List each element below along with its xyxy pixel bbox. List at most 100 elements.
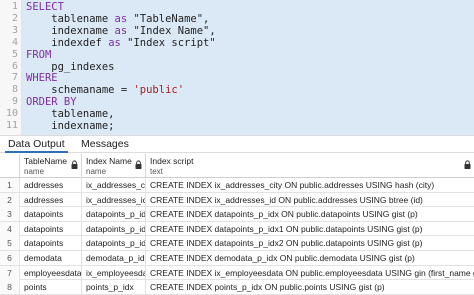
sql-keyword: as [114, 24, 128, 37]
sql-token: "TableName", [127, 12, 210, 25]
column-header-tablename[interactable]: TableName name [20, 154, 82, 178]
code-text: indexname as "Index Name", [26, 24, 216, 37]
column-header-index-name[interactable]: Index Name name [82, 154, 146, 178]
code-line[interactable]: 5 FROM [0, 49, 474, 61]
code-text: pg_indexes [26, 61, 114, 73]
column-type: text [150, 167, 163, 176]
sql-token: indexname [26, 24, 115, 37]
table-row[interactable]: 3 datapoints datapoints_p_idx CREATE INDEX … [0, 207, 474, 222]
row-number[interactable]: 6 [0, 251, 20, 265]
row-number[interactable]: 3 [0, 207, 20, 222]
code-text: ORDER BY [26, 96, 77, 108]
code-line[interactable]: 11 indexname; [0, 120, 474, 132]
table-row[interactable]: 6 demodata demodata_p_idx CREATE INDEX demo… [0, 251, 474, 266]
code-line[interactable]: 1 SELECT [0, 1, 474, 13]
cell-index-script[interactable]: CREATE INDEX ix_addresses_city ON public… [146, 178, 474, 192]
table-row[interactable]: 5datapointsdatapoints_p_idx2CREATE INDEX… [0, 236, 474, 251]
sql-token: indexname; [26, 120, 115, 132]
row-number[interactable]: 2 [0, 192, 20, 207]
code-line[interactable]: 10 tablename, [0, 108, 474, 120]
table-row[interactable]: 7employeesdataix_employeesdataCREATE IND… [0, 265, 474, 281]
code-text: schemaname = 'public' [26, 84, 184, 96]
row-number[interactable]: 4 [0, 221, 20, 236]
line-number: 8 [11, 84, 18, 96]
line-number: 7 [11, 72, 18, 84]
code-text: tablename, [26, 108, 115, 121]
cell-index-script[interactable]: CREATE INDEX demodata_p_idx ON public.de… [146, 251, 474, 265]
sql-token: tablename [26, 12, 115, 25]
row-number-header [0, 154, 20, 178]
tab-messages[interactable]: Messages [78, 136, 132, 153]
code-text: SELECT [26, 1, 64, 13]
sql-keyword: ORDER BY [26, 96, 77, 109]
tab-data-output[interactable]: Data Output [5, 136, 68, 153]
sql-token: schemaname = [26, 84, 134, 97]
cell-index-script[interactable]: CREATE INDEX datapoints_p_idx1 ON public… [146, 222, 474, 236]
line-number: 10 [5, 108, 18, 120]
sql-token: "Index Name", [127, 24, 216, 37]
line-number: 11 [5, 120, 18, 131]
code-line[interactable]: 2 tablename as "TableName", [0, 13, 474, 25]
sql-token: indexdef [26, 36, 109, 49]
code-line[interactable]: 7 WHERE [0, 72, 474, 84]
line-number: 1 [11, 1, 18, 12]
cell-tablename[interactable]: demodata [20, 251, 82, 265]
cell-index-script[interactable]: CREATE INDEX points_p_idx ON public.poin… [146, 280, 474, 294]
cell-index-script[interactable]: CREATE INDEX ix_addresses_id ON public.a… [146, 193, 474, 207]
cell-tablename[interactable]: employeesdata [20, 265, 82, 280]
cell-tablename[interactable]: addresses [20, 178, 82, 192]
code-line[interactable]: 4 indexdef as "Index script" [0, 37, 474, 49]
sql-keyword: as [114, 12, 128, 25]
line-number: 9 [11, 96, 18, 108]
code-text: tablename as "TableName", [26, 13, 209, 25]
cell-tablename[interactable]: addresses [20, 192, 82, 207]
grid-header: TableName name Index Name name Index scr… [0, 154, 474, 178]
sql-token: tablename, [26, 108, 115, 121]
line-number: 4 [11, 36, 18, 48]
cell-index-name[interactable]: ix_addresses_id [82, 192, 146, 207]
sql-keyword: as [108, 36, 121, 49]
sql-keyword: FROM [26, 48, 52, 61]
results-tab-bar: Data Output Messages [0, 135, 474, 153]
cell-index-name[interactable]: datapoints_p_idx1 [82, 221, 146, 236]
cell-tablename[interactable]: datapoints [20, 207, 82, 222]
cell-tablename[interactable]: points [20, 280, 82, 295]
row-number[interactable]: 8 [0, 280, 20, 295]
line-number: 2 [11, 12, 18, 24]
sql-string: 'public' [133, 84, 185, 97]
cell-index-script[interactable]: CREATE INDEX ix_employeesdata ON public.… [146, 266, 474, 280]
row-number[interactable]: 5 [0, 236, 20, 251]
cell-index-script[interactable]: CREATE INDEX datapoints_p_idx ON public.… [146, 207, 474, 221]
column-header-index-script[interactable]: Index script text [146, 154, 474, 178]
cell-index-name[interactable]: ix_addresses_city [82, 178, 146, 192]
code-line[interactable]: 9 ORDER BY [0, 96, 474, 108]
sql-editor[interactable]: 1 SELECT 2 tablename as "TableName", 3 inde… [0, 0, 474, 135]
line-number: 5 [11, 48, 18, 60]
table-row[interactable]: 1addressesix_addresses_cityCREATE INDEX … [0, 178, 474, 193]
cell-index-name[interactable]: demodata_p_idx [82, 251, 146, 265]
code-text: indexdef as "Index script" [26, 36, 216, 49]
line-number: 3 [11, 24, 18, 36]
code-line[interactable]: 6 pg_indexes [0, 61, 474, 73]
sql-token: "Index script" [120, 36, 216, 49]
column-name: Index script [150, 156, 194, 166]
cell-tablename[interactable]: datapoints [20, 221, 82, 236]
code-line[interactable]: 3 indexname as "Index Name", [0, 25, 474, 37]
row-number[interactable]: 1 [0, 178, 20, 192]
lock-icon [464, 160, 471, 169]
code-text: WHERE [26, 72, 58, 84]
lock-icon [135, 160, 142, 169]
cell-tablename[interactable]: datapoints [20, 236, 82, 251]
table-row[interactable]: 8 points points_p_idx CREATE INDEX points_p… [0, 280, 474, 295]
code-line[interactable]: 8 schemaname = 'public' [0, 84, 474, 96]
row-number[interactable]: 7 [0, 265, 20, 280]
table-row[interactable]: 2 addresses ix_addresses_id CREATE INDEX ix… [0, 192, 474, 208]
cell-index-name[interactable]: points_p_idx [82, 280, 146, 295]
sql-keyword: SELECT [26, 1, 64, 13]
table-row[interactable]: 4datapointsdatapoints_p_idx1CREATE INDEX… [0, 221, 474, 237]
line-number: 6 [11, 60, 18, 72]
cell-index-script[interactable]: CREATE INDEX datapoints_p_idx2 ON public… [146, 236, 474, 250]
cell-index-name[interactable]: datapoints_p_idx2 [82, 236, 146, 251]
cell-index-name[interactable]: ix_employeesdata [82, 265, 146, 280]
cell-index-name[interactable]: datapoints_p_idx [82, 207, 146, 222]
